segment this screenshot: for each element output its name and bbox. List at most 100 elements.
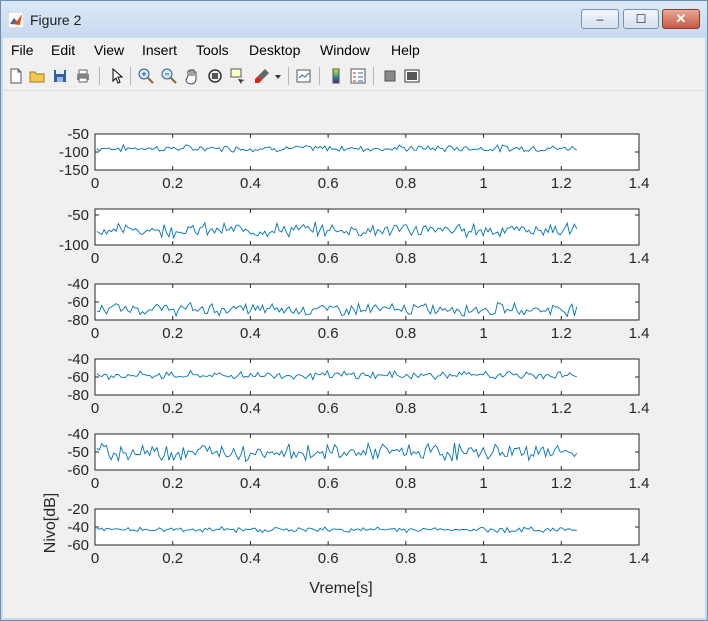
y-tick-label: -60 [67,294,89,311]
y-tick-label: -40 [67,426,89,443]
x-tick-label: 0.6 [318,325,339,342]
show-plot-tools-icon[interactable] [403,67,421,85]
pan-hand-icon[interactable] [183,67,201,85]
x-tick-label: 0.4 [240,175,261,192]
menu-edit[interactable]: Edit [51,42,75,58]
x-tick-label: 1.4 [629,250,650,267]
arrow-pointer-icon[interactable] [107,67,125,85]
save-icon[interactable] [51,67,69,85]
x-tick-label: 0.8 [395,400,416,417]
figure-toolbar [3,62,705,91]
menu-bar: File Edit View Insert Tools Desktop Wind… [3,38,705,92]
figure-window: Figure 2 – ☐ ✕ File Edit View Insert Too… [0,0,708,621]
menu-file[interactable]: File [11,42,34,58]
brush-dropdown-icon[interactable] [273,67,283,85]
x-tick-label: 1 [479,175,487,192]
window-title: Figure 2 [30,12,82,28]
y-tick-label: -40 [67,276,89,293]
x-axis-label: Vreme[s] [309,580,372,597]
x-tick-label: 1.4 [629,400,650,417]
x-tick-label: 1.4 [629,550,650,567]
y-tick-label: -40 [67,519,89,536]
axes-box [94,133,640,171]
menu-help[interactable]: Help [391,42,420,58]
x-tick-label: 0 [91,175,99,192]
y-tick-label: -60 [67,369,89,386]
menu-insert[interactable]: Insert [142,42,177,58]
x-tick-label: 0.8 [395,475,416,492]
new-figure-icon[interactable] [7,67,25,85]
x-tick-label: 0.4 [240,325,261,342]
menu-view[interactable]: View [94,42,124,58]
x-tick-label: 0.4 [240,550,261,567]
zoom-out-icon[interactable] [160,67,178,85]
y-tick-label: -40 [67,351,89,368]
x-tick-label: 0.8 [395,325,416,342]
axes-box [94,508,640,546]
x-tick-label: 1.2 [551,475,572,492]
data-cursor-icon[interactable] [229,67,247,85]
x-tick-label: 0 [91,400,99,417]
toolbar-separator [373,67,374,85]
axes-box [94,208,640,246]
x-tick-label: 1.2 [551,550,572,567]
menu-desktop[interactable]: Desktop [249,42,300,58]
colorbar-icon[interactable] [327,67,345,85]
y-tick-label: -100 [59,144,89,161]
x-tick-label: 1 [479,475,487,492]
minimize-icon: – [596,12,604,26]
y-tick-label: -60 [67,462,89,479]
x-tick-label: 0.4 [240,250,261,267]
y-tick-label: -50 [67,444,89,461]
rotate-3d-icon[interactable] [206,67,224,85]
brush-icon[interactable] [253,67,271,85]
x-tick-label: 0.8 [395,250,416,267]
x-tick-label: 0 [91,325,99,342]
x-tick-label: 0.6 [318,175,339,192]
x-tick-label: 0.6 [318,550,339,567]
print-icon[interactable] [74,67,92,85]
x-tick-label: 1.4 [629,325,650,342]
link-plot-icon[interactable] [295,67,313,85]
x-tick-label: 0.2 [162,475,183,492]
x-tick-label: 0.6 [318,475,339,492]
legend-icon[interactable] [349,67,367,85]
y-tick-label: -50 [67,207,89,224]
y-tick-label: -80 [67,387,89,404]
x-tick-label: 1 [479,400,487,417]
y-axis-label: Nivo[dB] [42,493,59,553]
x-tick-label: 0.2 [162,400,183,417]
maximize-button[interactable]: ☐ [623,9,659,29]
x-tick-label: 0.6 [318,400,339,417]
y-tick-label: -20 [67,501,89,518]
x-tick-label: 1.4 [629,175,650,192]
toolbar-separator [130,67,131,85]
x-tick-label: 0 [91,250,99,267]
minimize-button[interactable]: – [581,9,619,29]
x-tick-label: 1.2 [551,400,572,417]
y-tick-label: -150 [59,162,89,179]
x-tick-label: 1.2 [551,250,572,267]
title-bar[interactable]: Figure 2 – ☐ ✕ [1,1,707,37]
x-tick-label: 1 [479,550,487,567]
x-tick-label: 0.2 [162,550,183,567]
menu-window[interactable]: Window [320,42,370,58]
subplot-grid: 0 0.2 0.4 0.6 0.8 1 1.2 1.4-50-100-1500 0.2 0.4 0.… [42,126,650,597]
toolbar-separator [99,67,100,85]
y-tick-label: -80 [67,312,89,329]
menu-tools[interactable]: Tools [196,42,229,58]
y-tick-label: -100 [59,237,89,254]
hide-plot-tools-icon[interactable] [381,67,399,85]
open-file-icon[interactable] [28,67,46,85]
matlab-logo-icon [8,12,24,28]
close-icon: ✕ [675,11,687,26]
x-tick-label: 1 [479,250,487,267]
x-tick-label: 0.2 [162,250,183,267]
x-tick-label: 0 [91,550,99,567]
close-button[interactable]: ✕ [662,9,700,29]
x-tick-label: 0.8 [395,175,416,192]
x-tick-label: 1.2 [551,325,572,342]
x-tick-label: 0.8 [395,550,416,567]
zoom-in-icon[interactable] [137,67,155,85]
x-tick-label: 0 [91,475,99,492]
